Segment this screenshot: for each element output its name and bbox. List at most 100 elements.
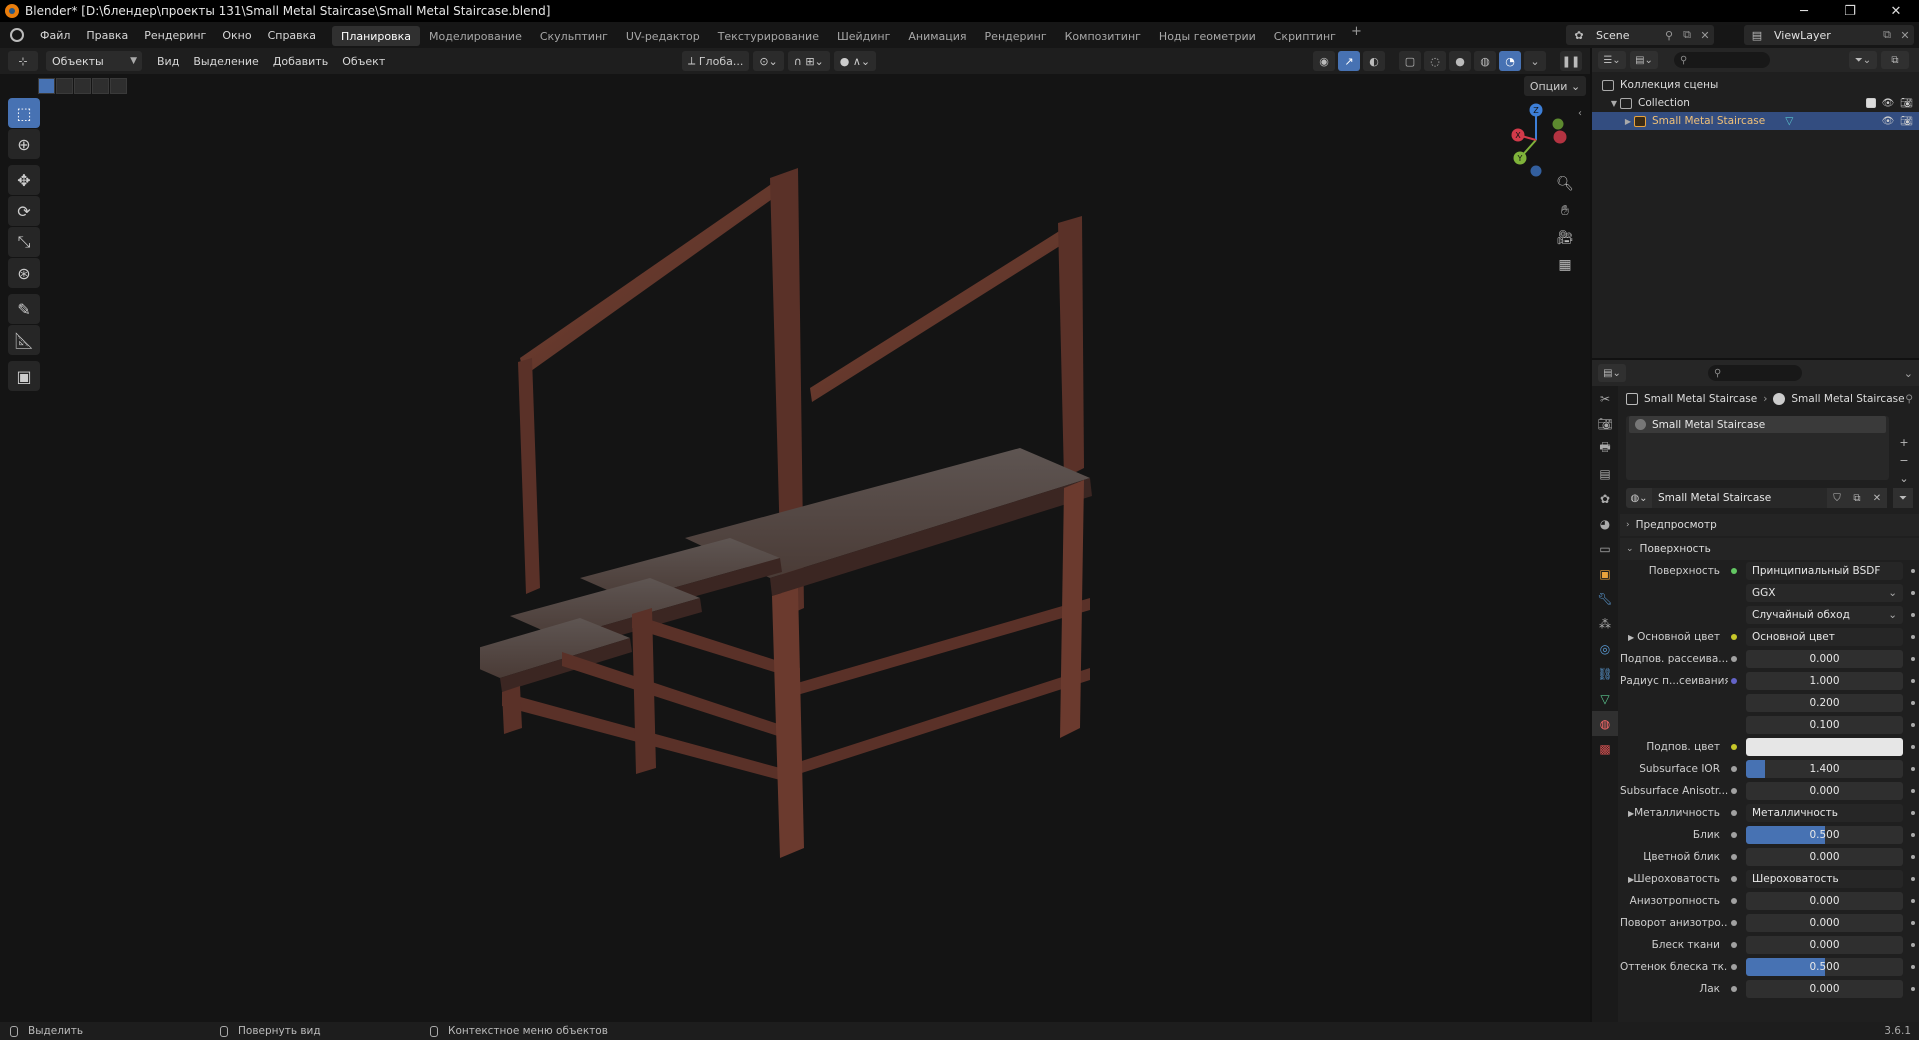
property-value-field[interactable]: 1.400 — [1746, 760, 1903, 778]
scene-selector[interactable]: ✿ Scene ⚲ ⧉ ✕ — [1566, 25, 1714, 45]
editor-type-icon[interactable]: ⊹ — [8, 51, 38, 71]
keyframe-dot-icon[interactable] — [1911, 943, 1915, 947]
add-workspace-button[interactable]: + — [1345, 24, 1368, 46]
select-box-tool-icon[interactable]: ⬚ — [8, 98, 40, 128]
pin-icon[interactable]: ⚲ — [1660, 29, 1678, 42]
node-socket-icon[interactable] — [1728, 964, 1740, 970]
keyframe-dot-icon[interactable] — [1911, 657, 1915, 661]
expand-arrow-icon[interactable]: ▶ — [1628, 809, 1634, 818]
slot-menu-icon[interactable]: ⌄ — [1895, 470, 1913, 486]
pause-render-icon[interactable]: ❚❚ — [1560, 51, 1582, 71]
add-slot-icon[interactable]: + — [1895, 434, 1913, 450]
menu-window[interactable]: Окно — [214, 22, 259, 48]
options-dropdown[interactable]: Опции ⌄ — [1524, 76, 1586, 96]
browse-material-icon[interactable]: ◍⌄ — [1626, 488, 1652, 508]
node-socket-icon[interactable] — [1728, 766, 1740, 772]
camera-icon[interactable]: 📷︎ — [1900, 98, 1913, 109]
expand-arrow-icon[interactable]: ▶ — [1628, 875, 1634, 884]
property-value-field[interactable]: 0.000 — [1746, 914, 1903, 932]
fake-user-shield-icon[interactable]: ⛉ — [1827, 488, 1847, 508]
property-value-field[interactable]: 0.000 — [1746, 892, 1903, 910]
tab-data-icon[interactable]: ▽ — [1592, 686, 1618, 711]
tab-physics-icon[interactable]: ◎ — [1592, 636, 1618, 661]
node-socket-icon[interactable] — [1728, 634, 1740, 640]
outliner-object-row[interactable]: ▶ Small Metal Staircase ▽ 👁︎ 📷︎ — [1592, 112, 1919, 130]
outliner-scene-collection[interactable]: Коллекция сцены — [1592, 76, 1919, 94]
property-dropdown[interactable]: GGX — [1746, 584, 1903, 602]
display-mode-icon[interactable]: ▤⌄ — [1630, 51, 1658, 69]
orientation-dropdown[interactable]: ⟂ Глоба... — [682, 51, 750, 71]
annotate-tool-icon[interactable]: ✎ — [8, 294, 40, 324]
tab-animation[interactable]: Анимация — [899, 26, 975, 46]
measure-tool-icon[interactable]: 📐︎ — [8, 325, 40, 355]
property-value-field[interactable]: 0.000 — [1746, 936, 1903, 954]
keyframe-dot-icon[interactable] — [1911, 811, 1915, 815]
close-button[interactable]: ✕ — [1873, 0, 1919, 22]
node-socket-icon[interactable] — [1728, 678, 1740, 684]
pivot-dropdown[interactable]: ⊙⌄ — [753, 51, 784, 71]
tab-compositing[interactable]: Композитинг — [1056, 26, 1150, 46]
property-value-field[interactable]: 0.000 — [1746, 980, 1903, 998]
tab-tool-icon[interactable]: ✂ — [1592, 386, 1618, 411]
keyframe-dot-icon[interactable] — [1911, 855, 1915, 859]
property-value-field[interactable]: 0.500 — [1746, 826, 1903, 844]
rotate-tool-icon[interactable]: ⟳ — [8, 196, 40, 226]
tab-modeling[interactable]: Моделирование — [420, 26, 531, 46]
tab-rendering[interactable]: Рендеринг — [976, 26, 1056, 46]
snap-toggle[interactable]: ∩ ⊞⌄ — [787, 51, 830, 71]
new-scene-icon[interactable]: ⧉ — [1678, 28, 1696, 42]
tab-render-icon[interactable]: 📷︎ — [1592, 411, 1618, 436]
menu-file[interactable]: Файл — [32, 22, 78, 48]
node-socket-icon[interactable] — [1728, 920, 1740, 926]
filter-icon[interactable]: ⏷ — [1893, 488, 1913, 508]
staircase-model[interactable] — [480, 168, 1120, 868]
tab-texture-icon[interactable]: ▩ — [1592, 736, 1618, 761]
node-socket-icon[interactable] — [1728, 568, 1740, 574]
color-swatch[interactable] — [1746, 738, 1903, 756]
property-value-field[interactable]: 0.000 — [1746, 848, 1903, 866]
keyframe-dot-icon[interactable] — [1911, 921, 1915, 925]
perspective-grid-icon[interactable]: ▦ — [1553, 253, 1577, 277]
menu-render[interactable]: Рендеринг — [136, 22, 214, 48]
exclude-checkbox[interactable] — [1865, 97, 1876, 108]
node-socket-icon[interactable] — [1728, 898, 1740, 904]
select-extend-icon[interactable] — [56, 78, 73, 94]
tab-sculpting[interactable]: Скульптинг — [531, 26, 617, 46]
node-socket-icon[interactable] — [1728, 788, 1740, 794]
keyframe-dot-icon[interactable] — [1911, 899, 1915, 903]
overlay-toggle-icon[interactable]: ◐ — [1363, 51, 1385, 71]
outliner-editor-icon[interactable]: ☰⌄ — [1598, 51, 1626, 69]
view-layer-selector[interactable]: ▤ ViewLayer ⧉ ✕ — [1744, 25, 1914, 45]
keyframe-dot-icon[interactable] — [1911, 789, 1915, 793]
outliner-search-field[interactable]: ⚲ — [1674, 52, 1770, 68]
camera-view-icon[interactable]: 🎥︎ — [1553, 226, 1577, 250]
material-name-field[interactable]: Small Metal Staircase — [1652, 488, 1827, 508]
node-socket-icon[interactable] — [1728, 832, 1740, 838]
filter-icon[interactable]: ⏷⌄ — [1849, 51, 1877, 69]
proportional-edit-toggle[interactable]: ● ∧⌄ — [833, 51, 877, 71]
tab-constraints-icon[interactable]: ⛓ — [1592, 661, 1618, 686]
expand-arrow-icon[interactable]: ▶ — [1628, 633, 1634, 642]
surface-panel-header[interactable]: ⌄ Поверхность — [1620, 538, 1919, 560]
object-mode-dropdown[interactable]: Объекты ▼ — [46, 51, 142, 71]
property-value-field[interactable]: 0.000 — [1746, 782, 1903, 800]
keyframe-dot-icon[interactable] — [1911, 833, 1915, 837]
new-collection-icon[interactable]: ⧉ — [1881, 51, 1909, 69]
rendered-shading-icon[interactable]: ◔ — [1499, 51, 1521, 71]
solid-shading-icon[interactable]: ● — [1449, 51, 1471, 71]
property-value-field[interactable]: 0.200 — [1746, 694, 1903, 712]
keyframe-dot-icon[interactable] — [1911, 745, 1915, 749]
expand-arrow-icon[interactable]: ▶ — [1622, 117, 1634, 126]
keyframe-dot-icon[interactable] — [1911, 877, 1915, 881]
keyframe-dot-icon[interactable] — [1911, 965, 1915, 969]
linked-node-field[interactable]: Принципиальный BSDF — [1746, 562, 1903, 580]
unlink-material-icon[interactable]: ✕ — [1867, 488, 1887, 508]
property-value-field[interactable]: 0.500 — [1746, 958, 1903, 976]
move-tool-icon[interactable]: ✥ — [8, 165, 40, 195]
material-preview-icon[interactable]: ◍ — [1474, 51, 1496, 71]
node-socket-icon[interactable] — [1728, 854, 1740, 860]
tab-texture-paint[interactable]: Текстурирование — [709, 26, 828, 46]
menu-help[interactable]: Справка — [260, 22, 324, 48]
menu-edit[interactable]: Правка — [78, 22, 136, 48]
tab-scripting[interactable]: Скриптинг — [1265, 26, 1345, 46]
